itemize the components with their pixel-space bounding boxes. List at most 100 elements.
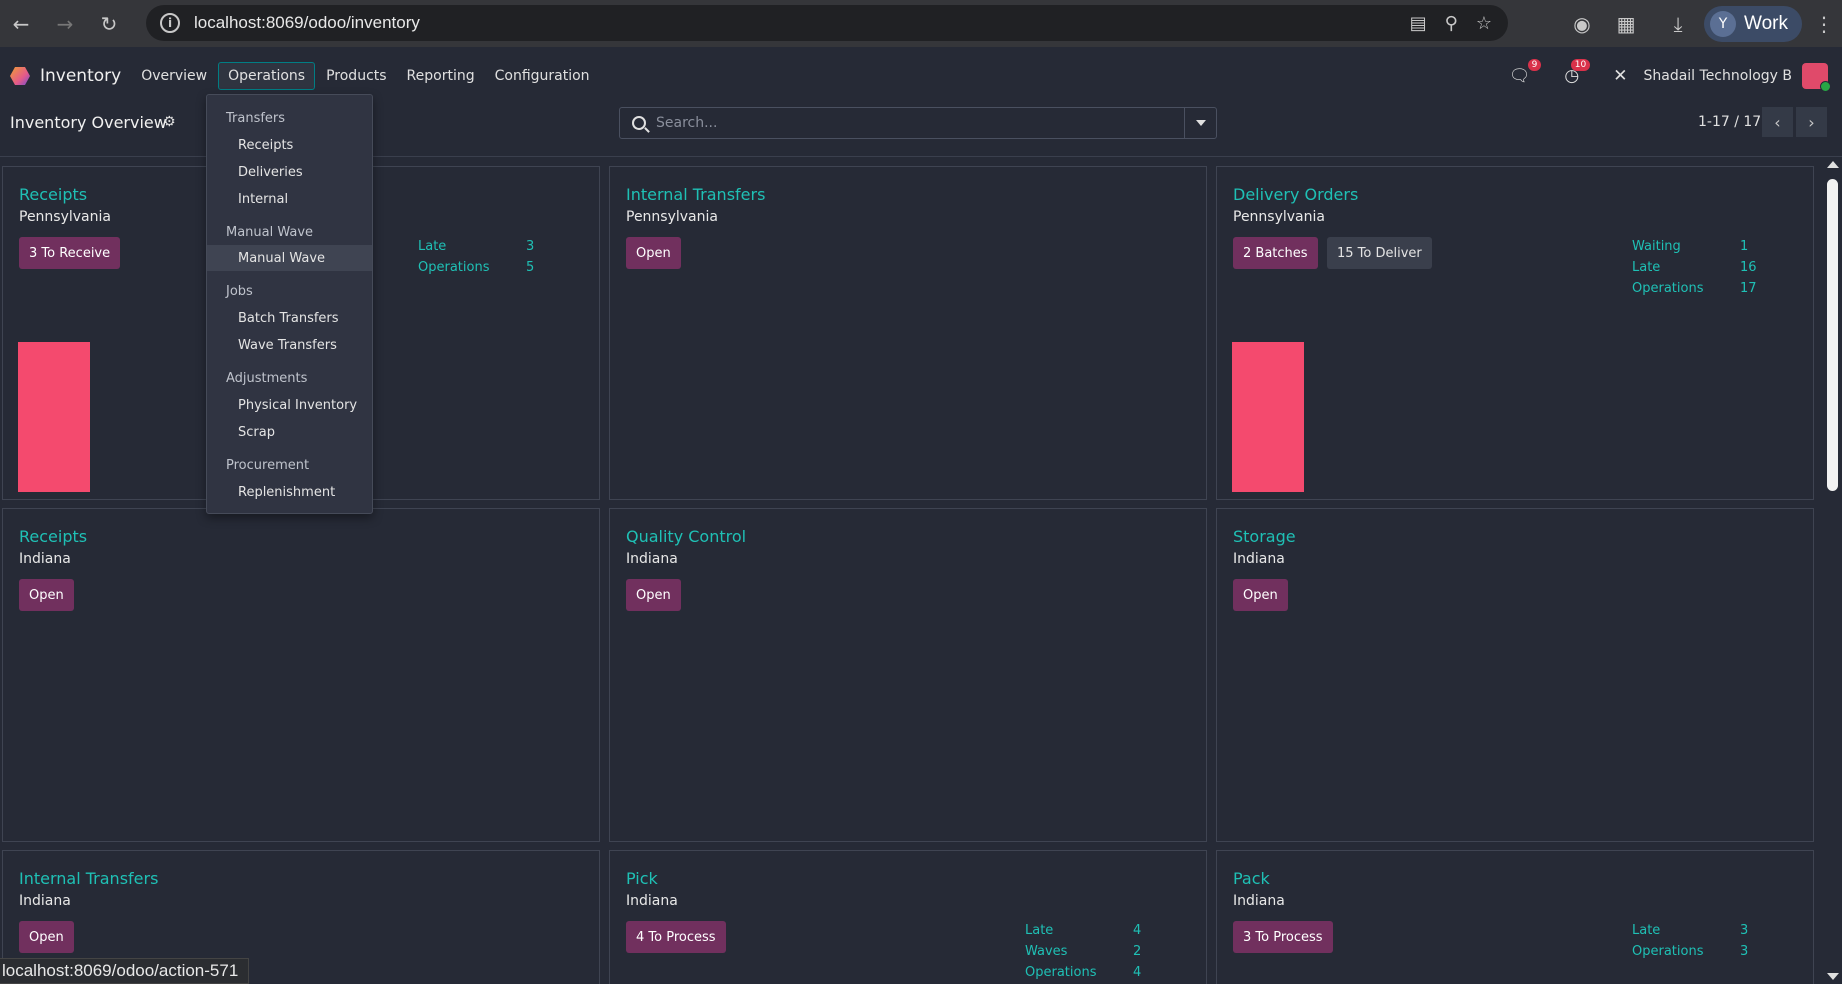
stat-late[interactable]: Late 3 [418,239,534,260]
messages-badge: 9 [1527,59,1542,71]
stat-operations[interactable]: Operations 17 [1632,281,1757,302]
card-title[interactable]: Pack [1233,869,1270,888]
menu-item-manual-wave[interactable]: Manual Wave [207,245,372,271]
activities-icon[interactable]: ◷ 10 [1564,59,1591,86]
gear-icon[interactable]: ⚙ [163,114,176,130]
menu-item-deliveries[interactable]: Deliveries [207,159,372,185]
open-button[interactable]: Open [19,921,74,953]
reload-icon[interactable]: ↻ [92,7,126,41]
debug-tools-icon[interactable]: ✕ [1613,66,1627,86]
card-subtitle: Indiana [19,551,71,567]
page-scrollbar[interactable] [1823,157,1842,984]
graph-bar[interactable] [1232,342,1304,492]
to-receive-button[interactable]: 3 To Receive [19,237,121,269]
card-subtitle: Indiana [626,893,678,909]
nav-configuration[interactable]: Configuration [486,63,599,89]
graph-bar[interactable] [18,342,90,492]
card-stats: Late 3 Operations 5 [418,239,534,281]
menu-section-manual-wave: Manual Wave [226,225,314,240]
card-title[interactable]: Delivery Orders [1233,185,1358,204]
stat-waves[interactable]: Waves 2 [1025,944,1141,965]
card-delivery-orders-pennsylvania: Delivery Orders Pennsylvania 2 Batches 1… [1216,166,1814,500]
address-bar[interactable]: i localhost:8069/odoo/inventory ▤ ⚲ ☆ [146,5,1508,41]
open-button[interactable]: Open [626,237,681,269]
nav-reporting[interactable]: Reporting [398,63,484,89]
browser-menu-icon[interactable]: ⋮ [1806,12,1842,36]
card-quality-control-indiana: Quality Control Indiana Open [609,508,1207,842]
open-button[interactable]: Open [19,579,74,611]
browser-toolbar: ← → ↻ i localhost:8069/odoo/inventory ▤ … [0,0,1842,47]
card-subtitle: Pennsylvania [1233,209,1325,225]
profile-button[interactable]: Y Work [1704,5,1802,42]
stat-late[interactable]: Late 16 [1632,260,1757,281]
card-storage-indiana: Storage Indiana Open [1216,508,1814,842]
menu-item-batch-transfers[interactable]: Batch Transfers [207,305,372,331]
stat-waiting[interactable]: Waiting 1 [1632,239,1757,260]
pager-previous-button[interactable]: ‹ [1762,107,1793,137]
card-title[interactable]: Quality Control [626,527,746,546]
operations-dropdown: Transfers Receipts Deliveries Internal M… [206,94,373,514]
url-text[interactable]: localhost:8069/odoo/inventory [194,13,420,33]
card-title[interactable]: Pick [626,869,658,888]
stat-operations[interactable]: Operations 3 [1632,944,1748,965]
card-stats: Late 3 Operations 3 [1632,923,1748,965]
stat-late[interactable]: Late 3 [1632,923,1748,944]
app-name[interactable]: Inventory [40,66,121,86]
menu-item-physical-inventory[interactable]: Physical Inventory [207,392,372,418]
stat-late[interactable]: Late 4 [1025,923,1141,944]
downloads-icon[interactable]: ⤓ [1656,12,1700,36]
menu-item-replenishment[interactable]: Replenishment [207,479,372,505]
scroll-down-icon[interactable] [1827,973,1839,980]
stat-operations[interactable]: Operations 4 [1025,965,1141,984]
scrollbar-thumb[interactable] [1827,179,1838,491]
card-pack-indiana: Pack Indiana 3 To Process Late 3 Operatio… [1216,850,1814,984]
extensions-icon[interactable]: ▦ [1604,12,1648,36]
forward-icon[interactable]: → [48,7,82,41]
nav-overview[interactable]: Overview [132,63,216,89]
menu-item-receipts[interactable]: Receipts [207,132,372,158]
menu-section-procurement: Procurement [226,458,310,473]
search-icon [632,116,646,130]
activities-badge: 10 [1570,59,1591,71]
user-avatar[interactable] [1802,63,1831,92]
to-deliver-button[interactable]: 15 To Deliver [1327,237,1432,269]
open-button[interactable]: Open [1233,579,1288,611]
nav-products[interactable]: Products [317,63,395,89]
card-title[interactable]: Internal Transfers [626,185,765,204]
messages-icon[interactable]: 🗨 9 [1509,59,1542,86]
open-button[interactable]: Open [626,579,681,611]
menu-section-transfers: Transfers [226,111,286,126]
pager-value[interactable]: 1-17 / 17 [1698,114,1761,130]
company-switcher[interactable]: Shadail Technology B [1643,68,1792,84]
menu-item-internal[interactable]: Internal [207,186,372,212]
menu-item-scrap[interactable]: Scrap [207,419,372,445]
to-process-button[interactable]: 3 To Process [1233,921,1333,953]
search-options-toggle[interactable] [1184,108,1216,138]
card-title[interactable]: Receipts [19,185,87,204]
card-subtitle: Indiana [19,893,71,909]
pager-next-button[interactable]: › [1796,107,1827,137]
to-process-button[interactable]: 4 To Process [626,921,726,953]
card-title[interactable]: Receipts [19,527,87,546]
card-title[interactable]: Storage [1233,527,1296,546]
menu-section-jobs: Jobs [226,284,253,299]
install-app-icon[interactable]: ▤ [1410,13,1427,34]
nav-operations[interactable]: Operations [218,62,316,90]
incognito-icon[interactable]: ◉ [1560,12,1604,36]
browser-status-url: localhost:8069/odoo/action-571 [0,958,250,984]
card-title[interactable]: Internal Transfers [19,869,158,888]
app-logo-icon[interactable] [10,66,30,86]
batches-button[interactable]: 2 Batches [1233,237,1318,269]
back-icon[interactable]: ← [4,7,38,41]
card-subtitle: Pennsylvania [626,209,718,225]
scroll-up-icon[interactable] [1827,161,1839,168]
menu-item-wave-transfers[interactable]: Wave Transfers [207,332,372,358]
bookmark-star-icon[interactable]: ☆ [1476,13,1492,34]
site-info-icon[interactable]: i [160,13,180,33]
stat-operations[interactable]: Operations 5 [418,260,534,281]
card-internal-transfers-pennsylvania: Internal Transfers Pennsylvania Open [609,166,1207,500]
page-title: Inventory Overview [10,113,167,132]
search-input[interactable] [656,115,1176,131]
card-stats: Waiting 1 Late 16 Operations 17 [1632,239,1757,302]
zoom-icon[interactable]: ⚲ [1445,13,1458,34]
